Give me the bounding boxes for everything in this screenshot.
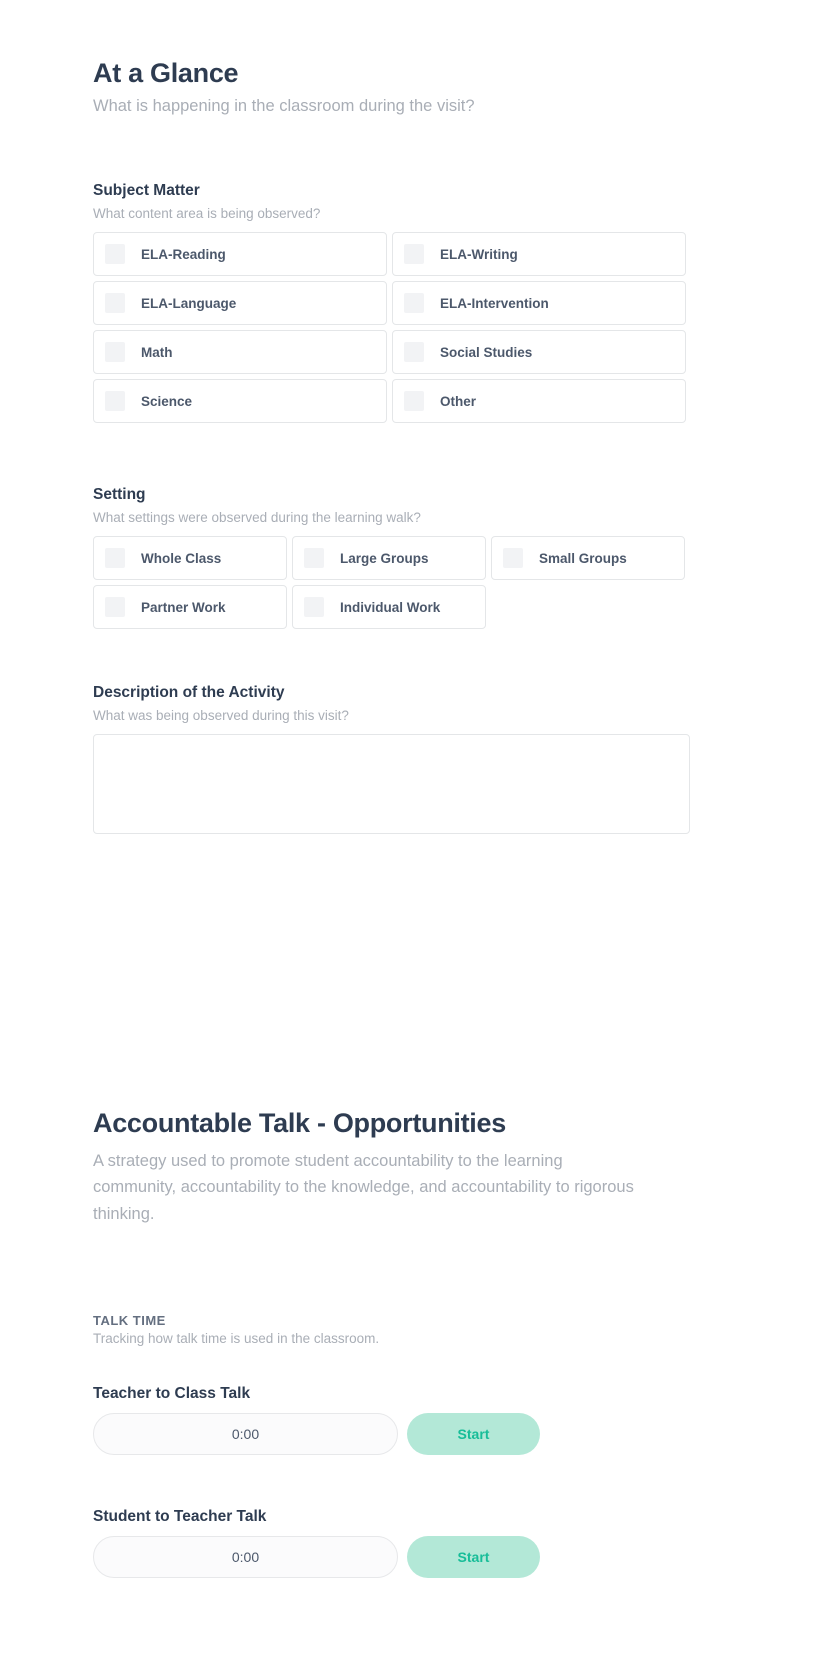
accountable-talk-title: Accountable Talk - Opportunities: [93, 1108, 506, 1138]
subject-matter-title: Subject Matter: [93, 182, 200, 199]
timer-teacher-to-class: Teacher to Class Talk 0:00 Start: [93, 1385, 713, 1455]
checkbox-icon[interactable]: [404, 244, 424, 265]
setting-subtitle: What settings were observed during the l…: [93, 509, 421, 525]
checkbox-option-whole-class[interactable]: Whole Class: [93, 536, 287, 581]
page-title: At a Glance: [93, 58, 239, 88]
checkbox-label: ELA-Writing: [440, 246, 518, 262]
checkbox-option-large-groups[interactable]: Large Groups: [292, 536, 486, 581]
checkbox-icon[interactable]: [105, 244, 125, 265]
checkbox-icon[interactable]: [404, 293, 424, 314]
checkbox-label: Science: [141, 393, 193, 409]
subject-matter-subtitle: What content area is being observed?: [93, 205, 321, 221]
checkbox-label: ELA-Intervention: [440, 295, 549, 311]
checkbox-option-ela-intervention[interactable]: ELA-Intervention: [392, 281, 686, 326]
timer-row: 0:00 Start: [93, 1413, 713, 1455]
accountable-talk-description: A strategy used to promote student accou…: [93, 1152, 634, 1223]
checkbox-icon[interactable]: [404, 391, 424, 412]
checkbox-label: ELA-Reading: [141, 246, 226, 262]
checkbox-label: ELA-Language: [141, 295, 237, 311]
checkbox-option-ela-language[interactable]: ELA-Language: [93, 281, 387, 326]
checkbox-label: Individual Work: [340, 599, 441, 615]
checkbox-label: Partner Work: [141, 599, 226, 615]
talk-time-label: TALK TIME: [93, 1313, 166, 1328]
timer-student-to-teacher: Student to Teacher Talk 0:00 Start: [93, 1508, 713, 1578]
checkbox-option-ela-writing[interactable]: ELA-Writing: [392, 232, 686, 277]
timer-start-button[interactable]: Start: [407, 1536, 540, 1578]
checkbox-icon[interactable]: [105, 548, 125, 569]
timer-display[interactable]: 0:00: [93, 1536, 398, 1578]
activity-description-section: Description of the Activity What was bei…: [93, 684, 713, 839]
accountable-talk-header: Accountable Talk - Opportunities A strat…: [93, 1108, 713, 1227]
timer-title: Teacher to Class Talk: [93, 1385, 251, 1402]
activity-description-textarea[interactable]: [93, 734, 690, 835]
checkbox-icon[interactable]: [503, 548, 523, 569]
observation-form-page: At a Glance What is happening in the cla…: [0, 0, 840, 1680]
timer-row: 0:00 Start: [93, 1536, 713, 1578]
timer-display[interactable]: 0:00: [93, 1413, 398, 1455]
activity-description-subtitle: What was being observed during this visi…: [93, 707, 349, 723]
checkbox-icon[interactable]: [404, 342, 424, 363]
checkbox-label: Large Groups: [340, 550, 429, 566]
checkbox-option-math[interactable]: Math: [93, 330, 387, 375]
activity-description-title: Description of the Activity: [93, 684, 285, 701]
subject-matter-options: ELA-Reading ELA-Writing ELA-Language ELA…: [93, 232, 713, 428]
checkbox-label: Math: [141, 344, 173, 360]
timer-start-button[interactable]: Start: [407, 1413, 540, 1455]
checkbox-option-ela-reading[interactable]: ELA-Reading: [93, 232, 387, 277]
setting-section: Setting What settings were observed duri…: [93, 486, 713, 634]
checkbox-label: Small Groups: [539, 550, 627, 566]
subject-matter-section: Subject Matter What content area is bein…: [93, 182, 713, 428]
talk-time-subtitle: Tracking how talk time is used in the cl…: [93, 1331, 380, 1346]
talk-time-header: TALK TIME Tracking how talk time is used…: [93, 1313, 713, 1346]
setting-options: Whole Class Large Groups Small Groups Pa…: [93, 536, 713, 634]
checkbox-option-science[interactable]: Science: [93, 379, 387, 424]
checkbox-option-individual-work[interactable]: Individual Work: [292, 585, 486, 630]
checkbox-option-other[interactable]: Other: [392, 379, 686, 424]
at-a-glance-header: At a Glance What is happening in the cla…: [93, 58, 713, 119]
checkbox-option-partner-work[interactable]: Partner Work: [93, 585, 287, 630]
checkbox-label: Whole Class: [141, 550, 222, 566]
checkbox-icon[interactable]: [304, 548, 324, 569]
page-subtitle: What is happening in the classroom durin…: [93, 97, 475, 116]
checkbox-icon[interactable]: [105, 342, 125, 363]
checkbox-icon[interactable]: [105, 391, 125, 412]
checkbox-icon[interactable]: [105, 597, 125, 618]
checkbox-option-small-groups[interactable]: Small Groups: [491, 536, 685, 581]
timer-title: Student to Teacher Talk: [93, 1508, 267, 1525]
checkbox-label: Other: [440, 393, 477, 409]
checkbox-label: Social Studies: [440, 344, 533, 360]
checkbox-option-social-studies[interactable]: Social Studies: [392, 330, 686, 375]
checkbox-icon[interactable]: [304, 597, 324, 618]
setting-title: Setting: [93, 486, 146, 503]
checkbox-icon[interactable]: [105, 293, 125, 314]
